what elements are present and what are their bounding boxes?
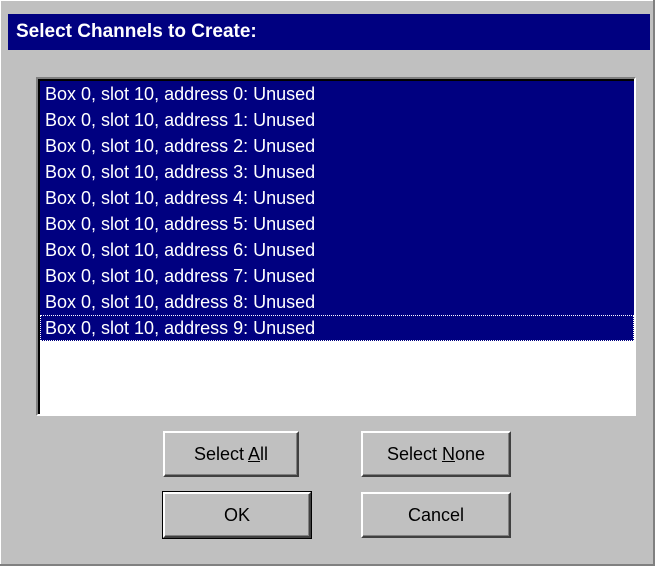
channel-listbox[interactable]: Box 0, slot 10, address 0: Unused Box 0,… <box>36 77 636 416</box>
channel-list-item[interactable]: Box 0, slot 10, address 7: Unused <box>40 263 634 289</box>
ok-button[interactable]: OK <box>162 491 312 539</box>
select-all-mnemonic: A <box>248 444 261 464</box>
select-all-label-prefix: Select <box>193 444 249 464</box>
select-none-label-prefix: Select <box>386 444 442 464</box>
channel-list-item[interactable]: Box 0, slot 10, address 2: Unused <box>40 133 634 159</box>
channel-list-item[interactable]: Box 0, slot 10, address 1: Unused <box>40 107 634 133</box>
channel-list-item[interactable]: Box 0, slot 10, address 8: Unused <box>40 289 634 315</box>
select-none-label-suffix: one <box>454 444 486 464</box>
channel-list: Box 0, slot 10, address 0: Unused Box 0,… <box>40 81 634 414</box>
channel-list-item[interactable]: Box 0, slot 10, address 5: Unused <box>40 211 634 237</box>
dialog-title: Select Channels to Create: <box>8 14 650 50</box>
select-channels-dialog: Select Channels to Create: Box 0, slot 1… <box>0 0 655 566</box>
cancel-button[interactable]: Cancel <box>361 492 511 538</box>
channel-list-item[interactable]: Box 0, slot 10, address 4: Unused <box>40 185 634 211</box>
select-all-label-suffix: ll <box>260 444 269 464</box>
select-none-button[interactable]: Select None <box>361 431 511 477</box>
channel-list-item-focused[interactable]: Box 0, slot 10, address 9: Unused <box>40 315 634 341</box>
channel-list-item[interactable]: Box 0, slot 10, address 6: Unused <box>40 237 634 263</box>
channel-list-item[interactable]: Box 0, slot 10, address 0: Unused <box>40 81 634 107</box>
select-all-button[interactable]: Select All <box>163 431 299 477</box>
channel-list-item[interactable]: Box 0, slot 10, address 3: Unused <box>40 159 634 185</box>
select-none-mnemonic: N <box>441 444 455 464</box>
